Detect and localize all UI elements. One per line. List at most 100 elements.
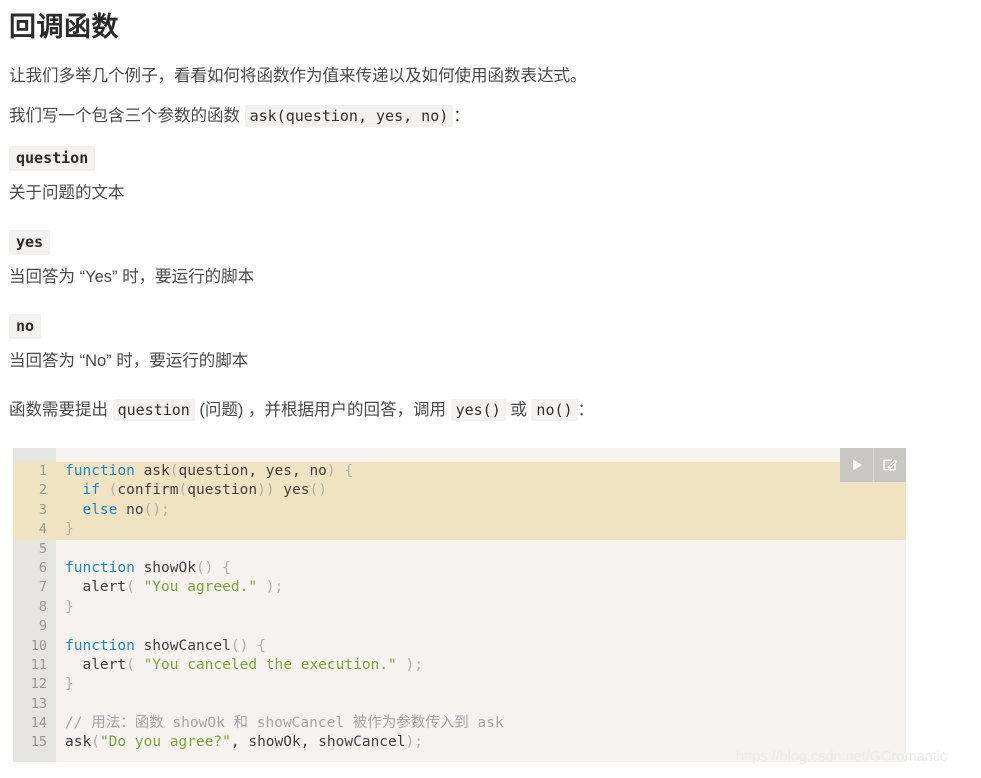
line-number: 1 <box>38 463 47 479</box>
line-number: 3 <box>38 501 47 518</box>
code-line-text: } <box>56 675 906 694</box>
code-token: alert <box>65 656 127 673</box>
run-code-button[interactable] <box>840 448 873 482</box>
param-description-question: 关于问题的文本 <box>9 184 125 202</box>
code-line: 13 <box>13 695 906 714</box>
code-token: } <box>65 598 74 615</box>
code-token: () { <box>230 637 266 654</box>
line-number: 11 <box>30 656 47 673</box>
code-token: question, yes, no <box>178 463 327 479</box>
code-line: 1 function ask(question, yes, no) { <box>13 462 906 482</box>
inline-code-no-call: no() <box>531 399 578 421</box>
watermark-text: https://blog.csdn.net/GCromantic <box>736 749 948 765</box>
code-token: } <box>65 521 74 538</box>
code-token: ( <box>126 579 144 596</box>
code-line-text: } <box>56 520 906 539</box>
param-description-yes: 当回答为 “Yes” 时，要运行的脚本 <box>9 268 255 286</box>
code-line: 12} <box>13 675 906 694</box>
signature-prefix-text: 我们写一个包含三个参数的函数 <box>9 107 245 125</box>
code-token: ) { <box>326 463 354 479</box>
code-line: 3 else no(); <box>13 500 906 521</box>
call-sentence-part-1: 函数需要提出 <box>9 401 113 419</box>
code-line-text: alert( "You canceled the execution." ); <box>56 656 906 675</box>
call-sentence-part-4: ： <box>577 401 595 419</box>
code-token: function <box>65 463 135 479</box>
line-number: 12 <box>30 676 47 693</box>
code-line: 10 function showCancel() { <box>13 637 906 656</box>
code-line: 8} <box>13 598 906 617</box>
line-number: 13 <box>30 695 47 712</box>
line-number: 8 <box>38 598 47 615</box>
code-line-text: alert( "You agreed." ); <box>56 578 906 597</box>
line-number: 4 <box>38 521 47 538</box>
inline-code-yes-call: yes() <box>450 399 506 421</box>
code-token: else <box>82 501 118 518</box>
code-line-text: function showOk() { <box>56 559 906 578</box>
code-token: ); <box>257 579 284 596</box>
code-line-text: // 用法：函数 showOk 和 showCancel 被作为参数传入到 as… <box>56 714 906 733</box>
code-block: 1 function ask(question, yes, no) {2 if (… <box>13 448 906 762</box>
code-token: no <box>117 501 144 518</box>
call-sentence-part-3: 或 <box>505 401 532 419</box>
code-token: () <box>309 482 327 499</box>
code-line: 11 alert( "You canceled the execution." … <box>13 656 906 675</box>
line-number: 5 <box>38 540 47 557</box>
line-number: 10 <box>30 637 47 654</box>
line-number: 7 <box>38 579 47 596</box>
code-line-text: function ask(question, yes, no) { <box>56 462 906 481</box>
code-line: 14 // 用法：函数 showOk 和 showCancel 被作为参数传入到 … <box>13 714 906 733</box>
code-token: "You canceled the execution." <box>143 656 397 673</box>
line-number: 6 <box>38 559 47 576</box>
code-token: ask <box>65 734 92 751</box>
code-token: ); <box>405 734 423 751</box>
code-token: ( <box>169 463 179 479</box>
intro-paragraph: 让我们多举几个例子，看看如何将函数作为值来传递以及如何使用函数表达式。 <box>9 67 587 85</box>
code-token: showCancel <box>134 637 231 654</box>
code-token: ( <box>126 656 144 673</box>
code-line-text: } <box>56 598 906 617</box>
param-name-no: no <box>9 314 42 339</box>
code-token: showOk <box>134 559 196 576</box>
code-line: 5 <box>13 540 906 559</box>
code-token: yes <box>274 482 310 499</box>
code-token: ( <box>91 734 100 751</box>
code-token: "You agreed." <box>143 579 258 596</box>
line-number: 9 <box>38 618 47 635</box>
edit-code-button[interactable] <box>873 448 906 482</box>
code-token: ); <box>396 656 423 673</box>
code-line: 4} <box>13 520 906 540</box>
code-token: ask <box>134 463 170 479</box>
line-number: 15 <box>30 734 47 751</box>
code-line: 9 <box>13 617 906 636</box>
code-line-text: if (confirm(question)) yes() <box>56 481 906 500</box>
code-token: confirm <box>117 482 179 499</box>
code-line-text: else no(); <box>56 501 906 520</box>
signature-paragraph: 我们写一个包含三个参数的函数 ask(question, yes, no)： <box>9 103 470 129</box>
code-token: "Do you agree?" <box>99 734 231 751</box>
call-sentence-paragraph: 函数需要提出 question (问题) ，并根据用户的回答，调用 yes() … <box>9 397 594 423</box>
article-page: 回调函数 让我们多举几个例子，看看如何将函数作为值来传递以及如何使用函数表达式。… <box>0 0 981 778</box>
code-lines-container[interactable]: 1 function ask(question, yes, no) {2 if (… <box>13 462 906 753</box>
code-toolbar <box>840 448 906 482</box>
code-line-text: function showCancel() { <box>56 637 906 656</box>
signature-suffix-text: ： <box>453 107 470 125</box>
code-token: ( <box>178 482 188 499</box>
code-token: alert <box>65 579 127 596</box>
param-name-yes: yes <box>9 230 51 255</box>
code-token: (); <box>143 501 170 518</box>
inline-code-question: question <box>112 399 195 421</box>
code-token: } <box>65 676 74 693</box>
code-line: 7 alert( "You agreed." ); <box>13 578 906 597</box>
code-token: if <box>82 482 100 499</box>
code-token: // 用法：函数 showOk 和 showCancel 被作为参数传入到 as… <box>65 715 504 732</box>
page-title: 回调函数 <box>9 12 119 42</box>
code-token: () { <box>195 559 231 576</box>
line-number: 2 <box>38 482 47 499</box>
call-sentence-part-2: (问题) ，并根据用户的回答，调用 <box>194 401 451 419</box>
code-token: )) <box>257 482 275 499</box>
code-line: 6 function showOk() { <box>13 559 906 578</box>
line-number: 14 <box>30 715 47 732</box>
